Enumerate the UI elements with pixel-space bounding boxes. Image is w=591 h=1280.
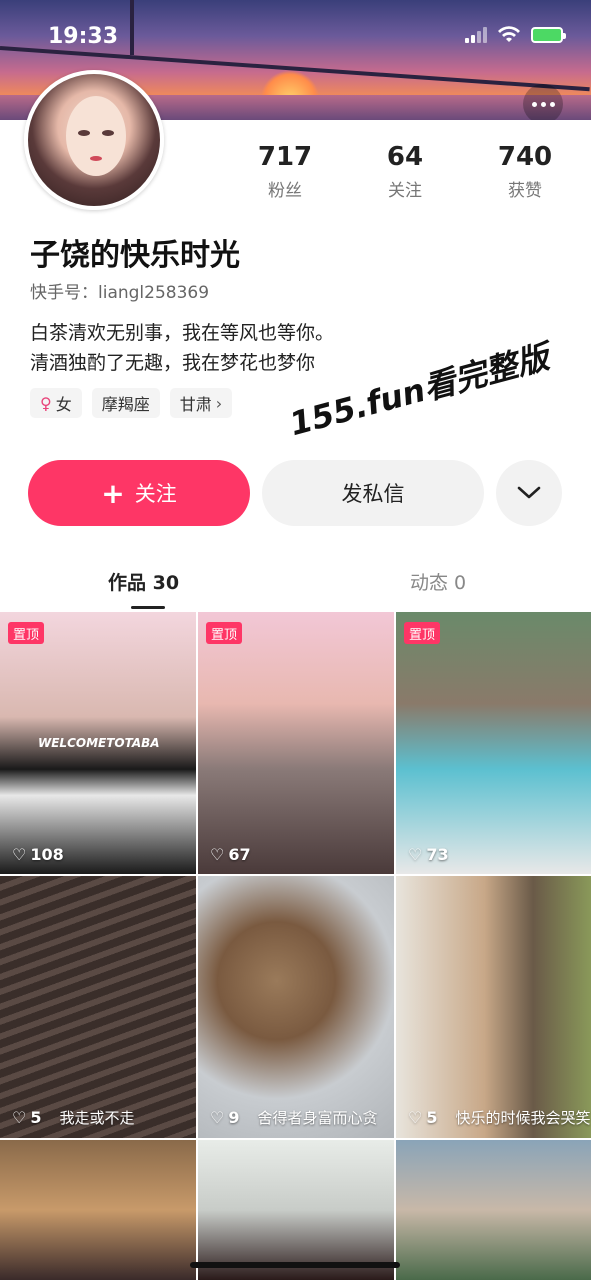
tag-label: 摩羯座 (101, 395, 150, 414)
work-item[interactable] (0, 1140, 196, 1280)
heart-icon: ♡ (408, 845, 423, 864)
stat-value: 717 (257, 142, 313, 172)
heart-icon: ♡ (210, 845, 225, 864)
status-bar: 19:33 (0, 0, 591, 70)
stat-label: 关注 (388, 181, 422, 201)
profile-nickname: 子饶的快乐时光 (30, 238, 240, 273)
heart-icon: ♡ (12, 1108, 27, 1127)
profile-tags: ♀ 女 摩羯座 甘肃 › (30, 388, 233, 418)
like-number: 5 (426, 1108, 438, 1127)
stat-likes[interactable]: 740 获赞 (480, 142, 570, 201)
work-item[interactable] (396, 1140, 591, 1280)
plus-icon: + (101, 476, 125, 510)
avatar[interactable] (24, 70, 164, 210)
bio-line: 白茶清欢无别事，我在等风也等你。 (30, 322, 335, 344)
battery-icon (531, 27, 566, 43)
work-caption: 我走或不走 (59, 1109, 135, 1127)
tag-label: 甘肃 (179, 395, 212, 414)
like-number: 67 (228, 845, 251, 864)
expand-button[interactable] (496, 460, 562, 526)
profile-bio: 白茶清欢无别事，我在等风也等你。 清酒独酌了无趣，我在梦花也梦你 (30, 318, 334, 378)
pinned-badge: 置顶 (8, 622, 45, 644)
heart-icon: ♡ (12, 845, 27, 864)
signal-icon (465, 27, 487, 43)
tag-location[interactable]: 甘肃 › (169, 388, 233, 418)
bio-line: 清酒独酌了无趣，我在梦花也梦你 (30, 352, 316, 374)
work-item[interactable]: 置顶 ♡ 67 (198, 612, 394, 874)
message-label: 发私信 (341, 482, 405, 506)
work-item[interactable]: ♡ 5 我走或不走 (0, 876, 196, 1138)
work-caption: 舍得者身富而心贪 (257, 1109, 378, 1127)
like-count: ♡ 73 (408, 845, 449, 864)
works-grid: 置顶 WELCOMETOTABA ♡ 108 置顶 ♡ 67 置顶 ♡ 73 ♡… (0, 612, 591, 1280)
status-time: 19:33 (48, 24, 119, 49)
tab-moments[interactable]: 动态 0 (410, 568, 466, 595)
like-count: ♡ 108 (12, 845, 64, 864)
stat-label: 获赞 (508, 181, 542, 201)
like-count: ♡ 67 (210, 845, 251, 864)
heart-icon: ♡ (408, 1108, 423, 1127)
heart-icon: ♡ (210, 1108, 225, 1127)
stats-row: 717 粉丝 64 关注 740 获赞 (240, 142, 570, 201)
work-item[interactable] (198, 1140, 394, 1280)
content-tabs: 作品 30 动态 0 (0, 560, 591, 610)
overlay-text: WELCOMETOTABA (38, 736, 160, 750)
active-tab-indicator (131, 606, 165, 609)
female-icon: ♀ (40, 393, 52, 413)
like-number: 5 (30, 1108, 42, 1127)
follow-label: 关注 (134, 482, 177, 506)
action-bar: + 关注 发私信 (28, 460, 563, 526)
work-item[interactable]: 置顶 ♡ 73 (396, 612, 591, 874)
pinned-badge: 置顶 (404, 622, 441, 644)
like-number: 9 (228, 1108, 240, 1127)
tab-works[interactable]: 作品 30 (108, 568, 179, 595)
like-count: ♡ 5 快乐的时候我会哭笑 (408, 1107, 591, 1128)
like-count: ♡ 5 我走或不走 (12, 1107, 135, 1128)
tag-gender: ♀ 女 (30, 388, 82, 418)
chevron-right-icon: › (215, 393, 223, 413)
like-number: 73 (426, 845, 449, 864)
like-count: ♡ 9 舍得者身富而心贪 (210, 1107, 378, 1128)
stat-following[interactable]: 64 关注 (360, 142, 450, 201)
home-indicator[interactable] (190, 1262, 400, 1268)
work-item[interactable]: ♡ 9 舍得者身富而心贪 (198, 876, 394, 1138)
more-options-button[interactable] (523, 84, 563, 124)
stat-fans[interactable]: 717 粉丝 (240, 142, 330, 201)
wifi-icon (498, 26, 520, 42)
tag-constellation: 摩羯座 (91, 388, 160, 418)
work-item[interactable]: ♡ 5 快乐的时候我会哭笑 (396, 876, 591, 1138)
stat-label: 粉丝 (268, 181, 302, 201)
tag-label: 女 (55, 395, 72, 414)
stat-value: 64 (386, 142, 424, 172)
work-caption: 快乐的时候我会哭笑 (455, 1109, 591, 1127)
stat-value: 740 (497, 142, 553, 172)
profile-user-id: 快手号：liangl258369 (30, 283, 210, 303)
like-number: 108 (30, 845, 64, 864)
work-item[interactable]: 置顶 WELCOMETOTABA ♡ 108 (0, 612, 196, 874)
chevron-down-icon (517, 486, 541, 499)
pinned-badge: 置顶 (206, 622, 243, 644)
status-icons (465, 26, 566, 44)
follow-button[interactable]: + 关注 (28, 460, 250, 526)
message-button[interactable]: 发私信 (262, 460, 484, 526)
